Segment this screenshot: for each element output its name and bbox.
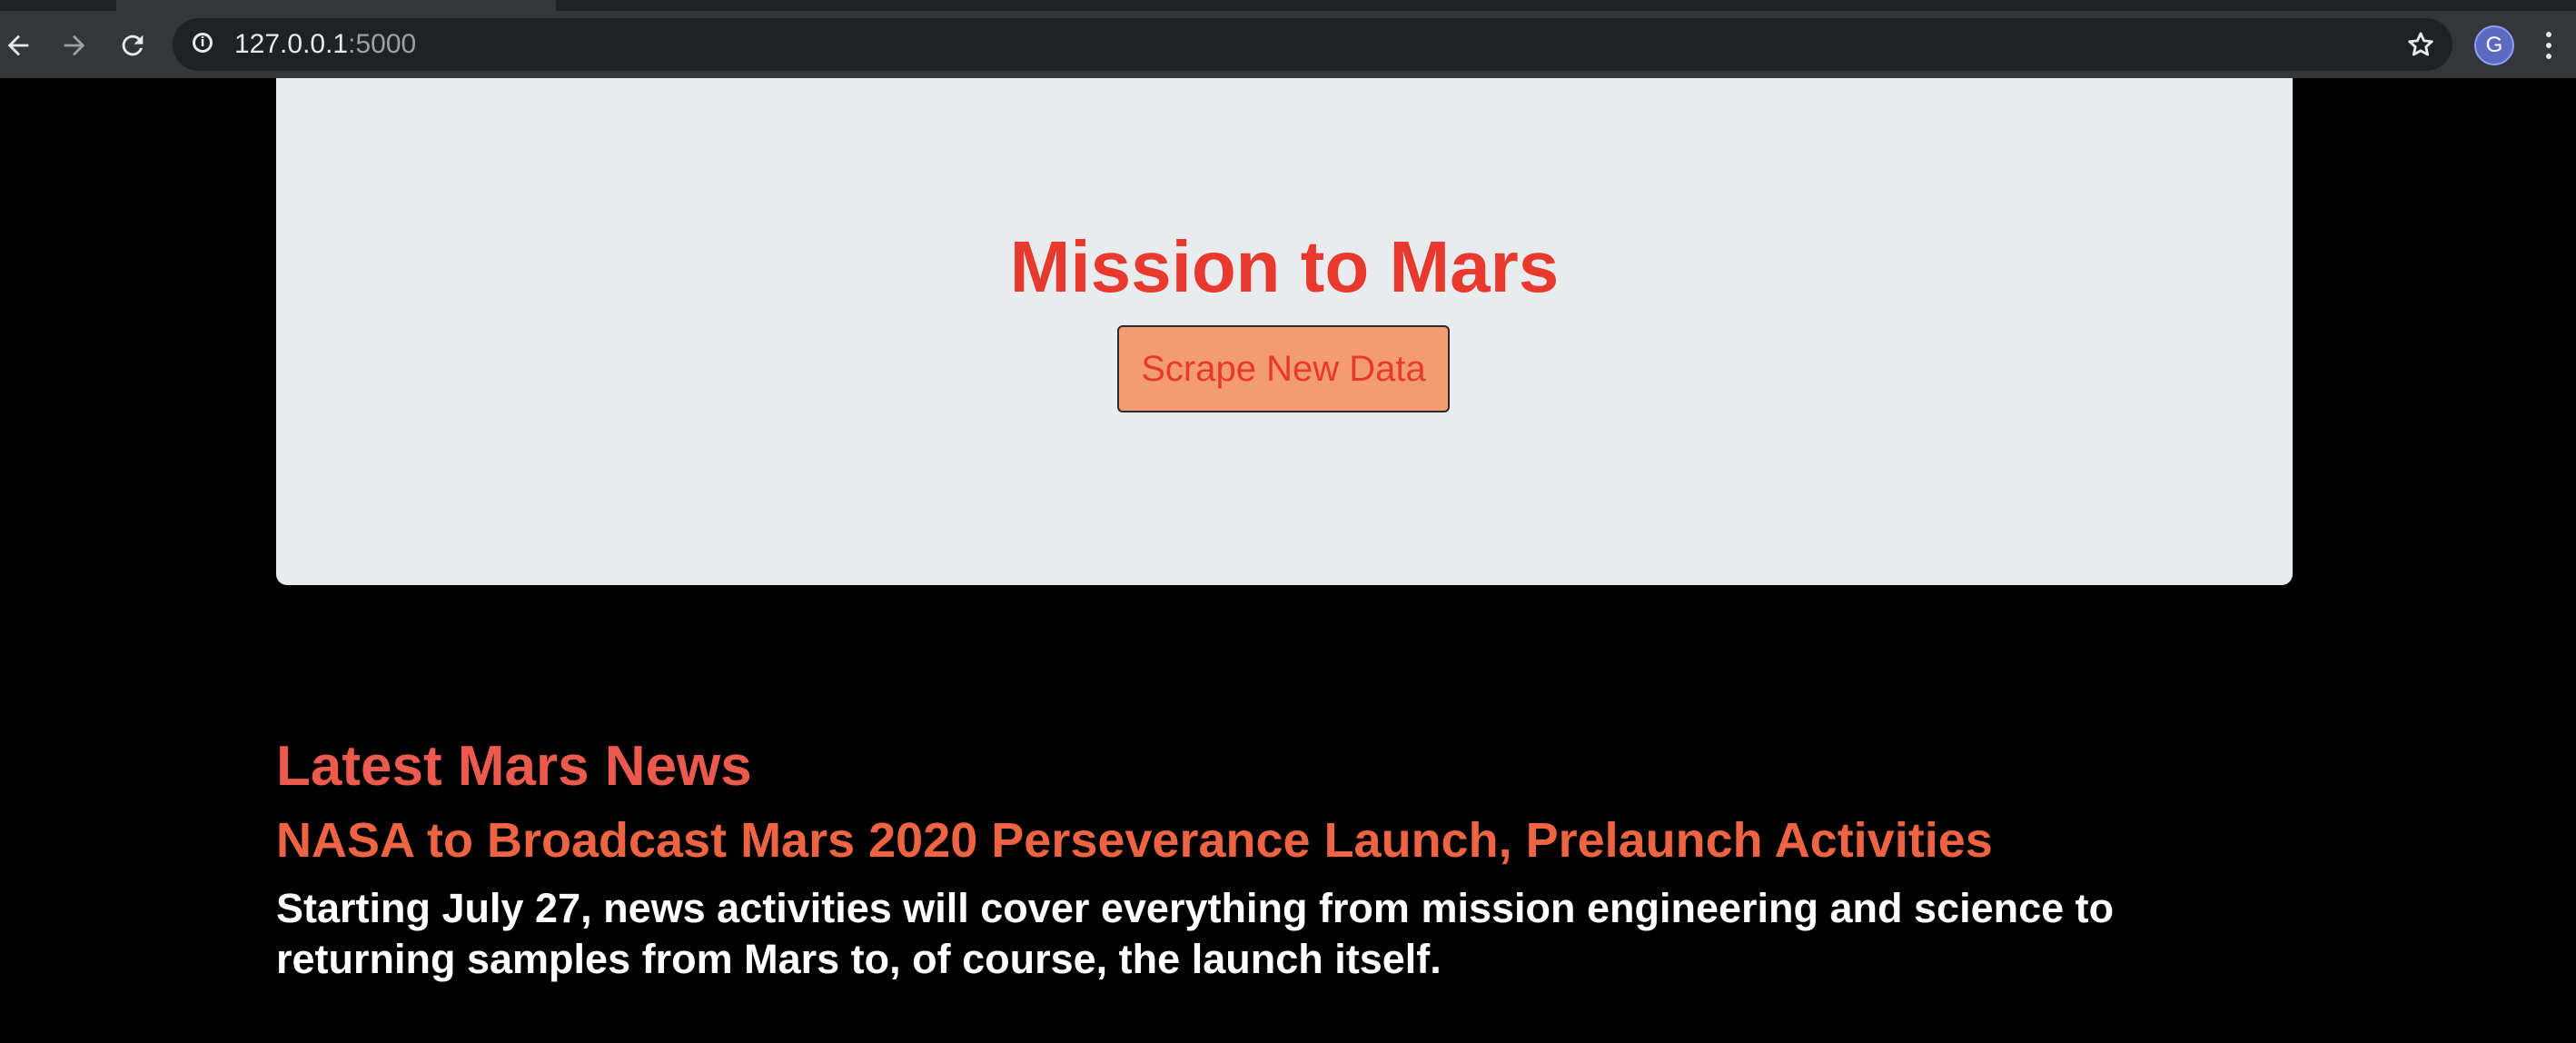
arrow-right-icon[interactable] — [56, 27, 93, 64]
url-port: :5000 — [348, 29, 417, 59]
page-title: Mission to Mars — [1009, 226, 1560, 307]
arrow-left-icon[interactable] — [0, 27, 36, 64]
browser-chrome: i 127.0.0.1:5000 G — [0, 0, 2576, 78]
news-section: Latest Mars News NASA to Broadcast Mars … — [276, 732, 2293, 985]
address-bar[interactable]: i 127.0.0.1:5000 — [173, 18, 2452, 71]
star-icon[interactable] — [2405, 25, 2436, 68]
avatar[interactable]: G — [2474, 25, 2514, 65]
news-heading: Latest Mars News — [276, 735, 752, 798]
browser-toolbar: i 127.0.0.1:5000 G — [0, 11, 2576, 78]
scrape-new-data-button[interactable]: Scrape New Data — [1117, 325, 1450, 412]
page-content: Mission to Mars Scrape New Data Latest M… — [0, 78, 2576, 1043]
url-host: 127.0.0.1 — [234, 29, 349, 59]
reload-icon[interactable] — [114, 27, 151, 64]
news-title: NASA to Broadcast Mars 2020 Perseverance… — [276, 813, 1993, 868]
url-text[interactable]: 127.0.0.1:5000 — [234, 29, 416, 60]
info-icon[interactable]: i — [193, 33, 213, 53]
news-teaser: Starting July 27, news activities will c… — [276, 885, 2115, 982]
tab-strip — [0, 0, 2576, 11]
kebab-menu-icon[interactable] — [2540, 25, 2558, 65]
jumbotron: Mission to Mars Scrape New Data — [276, 78, 2293, 585]
active-tab[interactable] — [116, 0, 556, 11]
